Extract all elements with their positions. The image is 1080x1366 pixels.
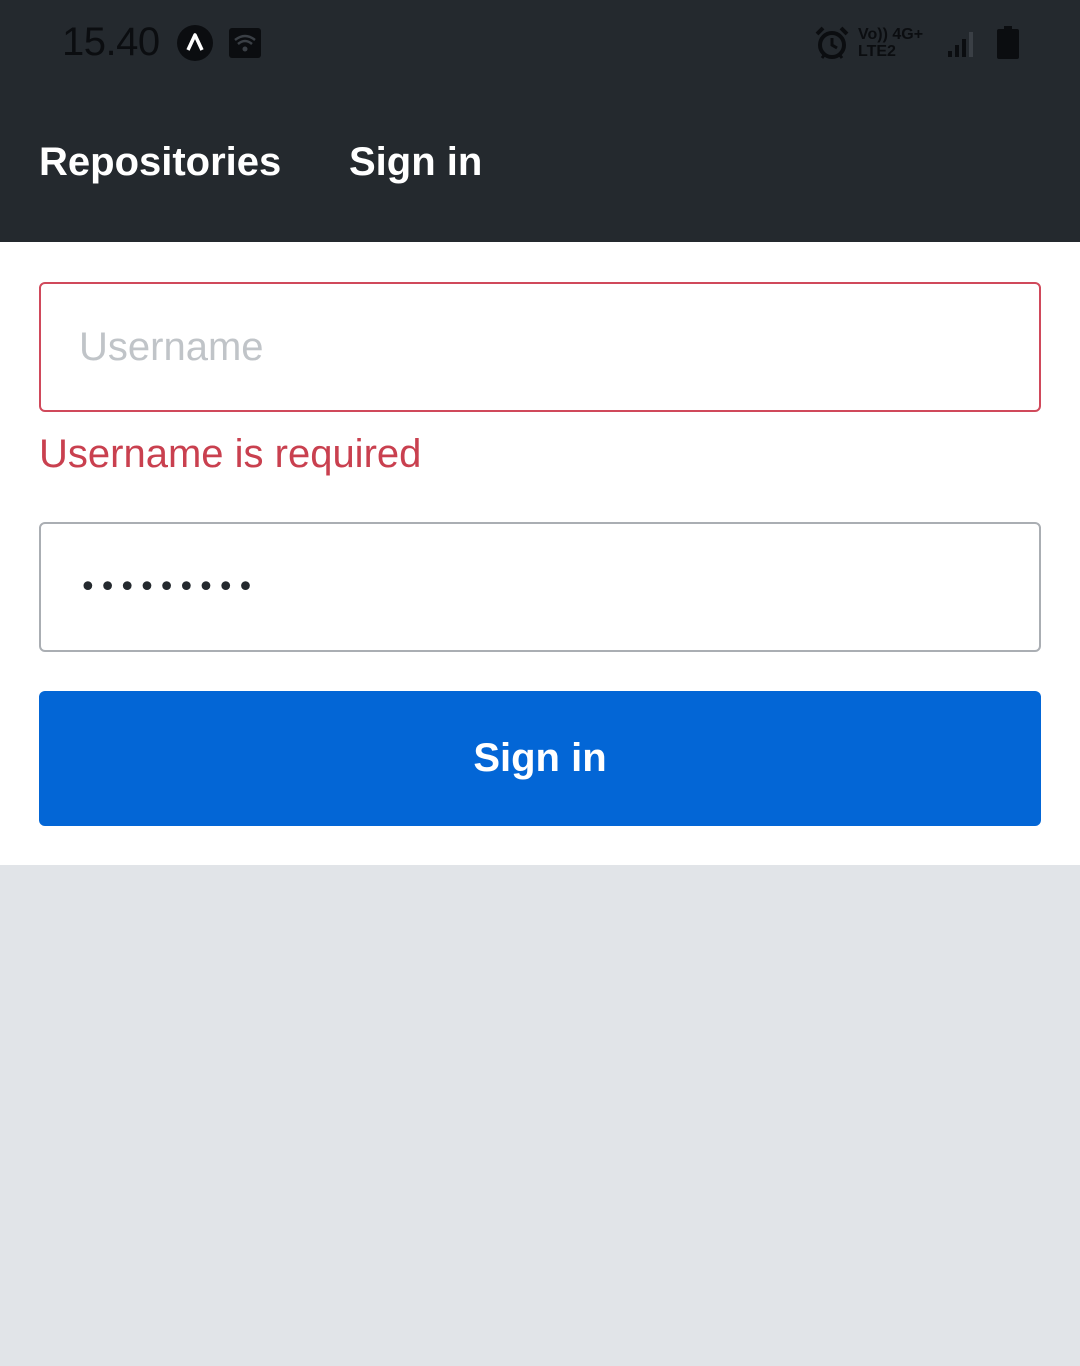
tab-repositories[interactable]: Repositories <box>39 140 281 185</box>
status-time: 15.40 <box>62 20 160 64</box>
username-input[interactable] <box>39 282 1041 412</box>
app-header: Repositories Sign in <box>0 90 1080 242</box>
screen: 15.40 Vo)) 4G+ LTE2 Repositories Sign in… <box>0 0 1080 1366</box>
app-notification-icon <box>176 24 214 67</box>
sign-in-form: Username is required ••••••••• Sign in <box>0 242 1080 865</box>
network-indicator: Vo)) 4G+ LTE2 <box>858 26 923 60</box>
network-type-top: Vo)) 4G+ <box>858 26 924 43</box>
sign-in-button[interactable]: Sign in <box>39 691 1041 826</box>
alarm-icon <box>814 26 850 65</box>
signal-icon <box>946 30 976 63</box>
battery-icon <box>996 26 1020 65</box>
network-type-bottom: LTE2 <box>858 43 896 60</box>
status-bar: 15.40 Vo)) 4G+ LTE2 <box>0 0 1080 90</box>
password-input[interactable] <box>39 522 1041 652</box>
wifi-hotspot-icon <box>228 27 262 64</box>
tab-sign-in[interactable]: Sign in <box>349 140 482 185</box>
username-error-message: Username is required <box>39 432 422 476</box>
